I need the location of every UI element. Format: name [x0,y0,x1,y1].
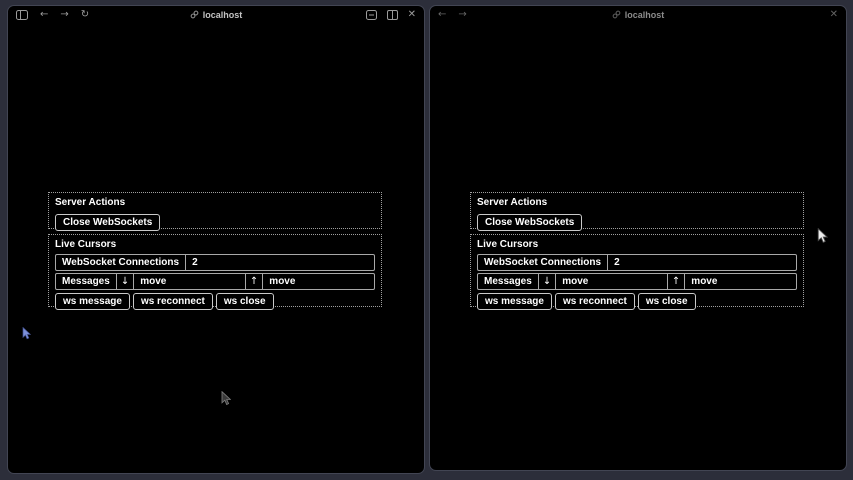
titlebar[interactable]: ← → ↻ localhost [8,6,424,23]
ws-message-button[interactable]: ws message [477,293,552,310]
back-icon[interactable]: ← [438,10,446,20]
ws-buttons-row: ws message ws reconnect ws close [52,293,378,310]
titlebar[interactable]: ← → localhost ✕ [430,6,846,23]
ws-message-button[interactable]: ws message [55,293,130,310]
forward-icon[interactable]: → [458,10,466,20]
down-arrow-icon: ↓ [117,274,134,289]
close-icon[interactable]: ✕ [408,10,416,20]
ws-reconnect-button[interactable]: ws reconnect [133,293,213,310]
browser-window-left: ← → ↻ localhost [7,5,425,474]
forward-icon[interactable]: → [60,10,68,20]
close-websockets-button[interactable]: Close WebSockets [55,214,160,231]
connections-count: 2 [608,255,796,270]
connections-row: WebSocket Connections 2 [55,254,375,271]
last-received-message: move [134,274,246,289]
up-arrow-icon: ↑ [668,274,685,289]
back-icon[interactable]: ← [40,10,48,20]
connections-label: WebSocket Connections [56,255,186,270]
messages-label: Messages [56,274,117,289]
connections-label: WebSocket Connections [478,255,608,270]
down-arrow-icon: ↓ [539,274,556,289]
titlebar-left-controls: ← → ↻ [16,10,89,20]
live-cursors-panel: Live Cursors WebSocket Connections 2 Mes… [470,234,804,307]
split-view-icon[interactable] [387,10,398,20]
messages-row: Messages ↓ move ↑ move [477,273,797,290]
link-icon [190,10,199,19]
connections-count: 2 [186,255,374,270]
ws-close-button[interactable]: ws close [216,293,274,310]
titlebar-right-controls: ✕ [830,10,838,20]
reload-icon[interactable]: ↻ [81,10,89,20]
messages-row: Messages ↓ move ↑ move [55,273,375,290]
sidebar-icon[interactable] [16,10,28,20]
close-websockets-button[interactable]: Close WebSockets [477,214,582,231]
server-actions-panel: Server Actions Close WebSockets [48,192,382,229]
close-icon[interactable]: ✕ [830,10,838,20]
ws-reconnect-button[interactable]: ws reconnect [555,293,635,310]
link-icon [612,10,621,19]
page-title: localhost [625,10,665,20]
browser-window-right: ← → localhost ✕ Server Actions Close Web… [429,5,847,471]
titlebar-right-controls: ✕ [366,10,416,20]
messages-label: Messages [478,274,539,289]
page-title: localhost [203,10,243,20]
page-settings-icon[interactable] [366,10,377,20]
connections-row: WebSocket Connections 2 [477,254,797,271]
last-sent-message: move [263,274,374,289]
last-received-message: move [556,274,668,289]
titlebar-left-controls: ← → [438,10,467,20]
server-actions-panel: Server Actions Close WebSockets [470,192,804,229]
ws-close-button[interactable]: ws close [638,293,696,310]
server-actions-title: Server Actions [55,197,376,208]
last-sent-message: move [685,274,796,289]
up-arrow-icon: ↑ [246,274,263,289]
ws-buttons-row: ws message ws reconnect ws close [474,293,800,310]
live-cursors-panel: Live Cursors WebSocket Connections 2 Mes… [48,234,382,307]
live-cursors-title: Live Cursors [477,239,798,250]
server-actions-title: Server Actions [477,197,798,208]
live-cursors-title: Live Cursors [55,239,376,250]
address-display: localhost [430,6,846,23]
